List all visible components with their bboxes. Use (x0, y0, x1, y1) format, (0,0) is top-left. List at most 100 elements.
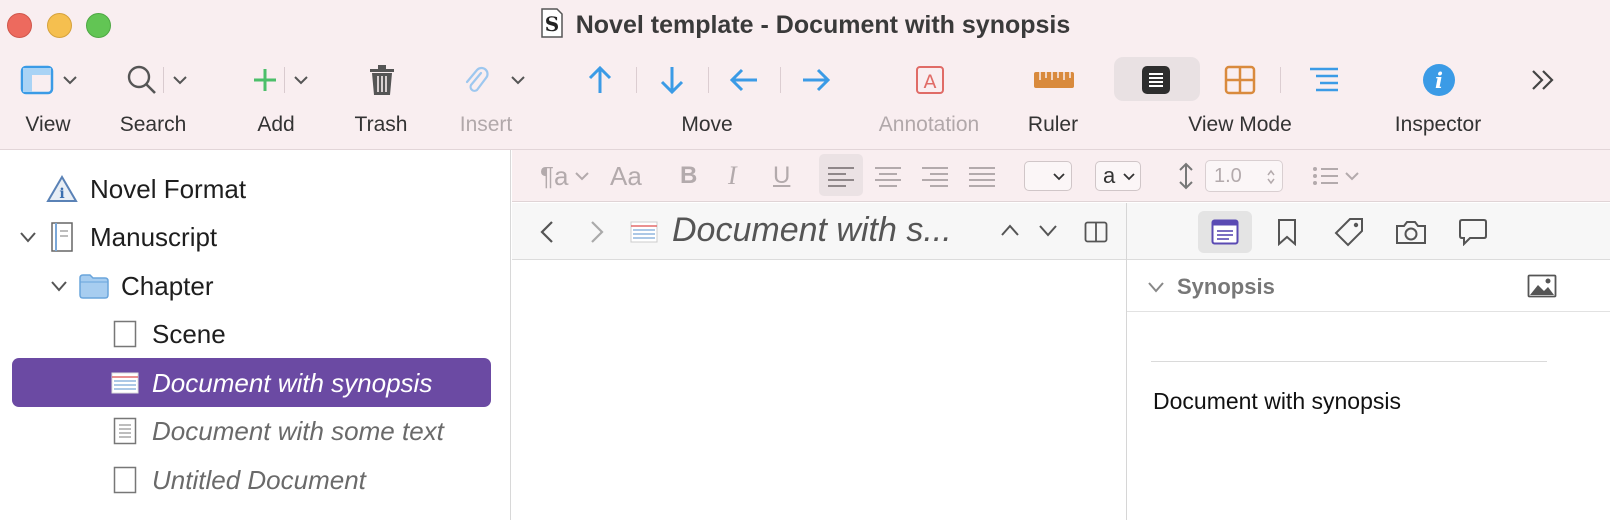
highlight-popup[interactable]: a (1095, 150, 1141, 202)
blank-document-icon (113, 320, 137, 348)
camera-icon (1396, 221, 1426, 244)
ruler-icon (1034, 72, 1074, 88)
underline-button[interactable]: U (773, 150, 790, 202)
editor-text-area[interactable] (512, 261, 1126, 520)
view-icon (20, 65, 54, 95)
notes-icon (1211, 219, 1239, 245)
search-button[interactable] (127, 58, 188, 102)
binder-item-label: Novel Format (90, 173, 247, 204)
viewmode-outliner-button[interactable] (1308, 58, 1340, 102)
chevron-down-icon (1053, 173, 1065, 181)
chevron-down-icon (575, 172, 590, 181)
binder-item-novel-format[interactable]: i Novel Format (0, 165, 511, 213)
color-well (1024, 161, 1072, 191)
font-button[interactable]: Aa (610, 150, 642, 202)
line-spacing-field[interactable]: 1.0 (1205, 160, 1283, 192)
annotation-label: Annotation (878, 113, 980, 136)
binder-item-manuscript[interactable]: Manuscript (0, 213, 511, 261)
bookmark-icon (1278, 219, 1296, 246)
chevron-down-icon[interactable] (1038, 224, 1058, 238)
outliner-icon (1310, 67, 1338, 92)
tab-bookmarks[interactable] (1260, 211, 1314, 253)
ruler-button[interactable] (1033, 58, 1075, 102)
align-center-icon (875, 167, 901, 187)
info-icon: i (1423, 64, 1455, 96)
trash-button[interactable] (368, 58, 396, 102)
binder-item-document-with-some-text[interactable]: Document with some text (0, 407, 511, 455)
double-chevron-right-icon (1532, 70, 1554, 90)
move-left-button[interactable] (729, 58, 759, 102)
chevron-down-icon (294, 76, 308, 85)
arrow-down-icon (660, 67, 684, 95)
window-title: S Novel template - Document with synopsi… (0, 8, 1610, 42)
separator (163, 67, 164, 93)
blank-document-icon (113, 466, 137, 494)
paragraph-style-menu[interactable]: ¶a (540, 150, 590, 202)
binder-sidebar: i Novel Format Manuscript Chapter Scene (0, 150, 511, 520)
insert-button[interactable] (462, 58, 526, 102)
trash-icon (370, 65, 394, 95)
arrow-left-icon (729, 68, 757, 92)
text-color-popup[interactable] (1024, 150, 1072, 202)
move-up-button[interactable] (587, 58, 613, 102)
synopsis-text[interactable]: Document with synopsis (1153, 388, 1401, 415)
add-button[interactable] (252, 58, 309, 102)
binder-item-document-with-synopsis[interactable]: Document with synopsis (0, 359, 511, 407)
paperclip-icon (465, 66, 489, 92)
image-icon[interactable] (1527, 274, 1557, 298)
tab-comments[interactable] (1446, 211, 1500, 253)
inspector-label: Inspector (1394, 113, 1482, 136)
move-right-button[interactable] (801, 58, 831, 102)
tab-metadata[interactable] (1322, 211, 1376, 253)
window-chrome: S Novel template - Document with synopsi… (0, 0, 1610, 150)
binder-item-chapter[interactable]: Chapter (0, 262, 511, 310)
search-label: Search (119, 113, 187, 136)
separator (284, 67, 285, 93)
arrow-right-icon (803, 68, 831, 92)
view-button[interactable] (20, 58, 78, 102)
binder-item-untitled-document[interactable]: Untitled Document (0, 456, 511, 504)
chevron-down-icon[interactable] (18, 227, 38, 247)
arrow-up-icon (588, 65, 612, 93)
view-label: View (25, 113, 71, 136)
align-right-button[interactable] (922, 150, 948, 202)
italic-button[interactable]: I (728, 150, 737, 202)
comment-icon (1459, 219, 1487, 246)
split-view-icon[interactable] (1084, 221, 1108, 243)
search-icon (127, 65, 156, 94)
list-menu[interactable] (1312, 150, 1360, 202)
synopsis-header: Synopsis (1127, 261, 1610, 312)
toolbar-overflow-button[interactable] (1530, 58, 1556, 102)
index-card-icon (630, 221, 658, 243)
scrivener-document-icon: S (540, 8, 564, 38)
align-center-button[interactable] (875, 150, 901, 202)
binder-item-label: Document with some text (152, 415, 444, 446)
chevron-down-icon[interactable] (1147, 281, 1165, 293)
align-left-button[interactable] (828, 150, 854, 202)
manuscript-icon (51, 222, 73, 252)
highlight-well: a (1095, 161, 1141, 191)
bold-button[interactable]: B (680, 150, 697, 202)
forward-icon[interactable] (589, 220, 605, 244)
document-title[interactable]: Document with s... (672, 211, 952, 250)
list-icon (1313, 167, 1338, 185)
svg-text:S: S (545, 12, 559, 36)
viewmode-corkboard-button[interactable] (1224, 58, 1256, 102)
viewmode-document-button[interactable] (1141, 58, 1171, 102)
tab-notes[interactable] (1198, 211, 1252, 253)
justify-button[interactable] (969, 150, 995, 202)
svg-text:i: i (1435, 68, 1443, 93)
separator (708, 67, 709, 93)
inspector-tabs (1127, 203, 1610, 260)
line-spacing-control[interactable]: 1.0 (1176, 150, 1283, 202)
chevron-down-icon (511, 76, 525, 85)
binder-item-scene[interactable]: Scene (0, 310, 511, 358)
inspector-button[interactable]: i (1422, 58, 1456, 102)
chevron-up-icon[interactable] (1000, 223, 1020, 237)
annotation-button[interactable]: A (915, 58, 945, 102)
tab-snapshots[interactable] (1384, 211, 1438, 253)
back-icon[interactable] (539, 220, 555, 244)
move-down-button[interactable] (659, 58, 685, 102)
chevron-down-icon[interactable] (49, 276, 69, 296)
document-mode-icon (1142, 66, 1170, 94)
